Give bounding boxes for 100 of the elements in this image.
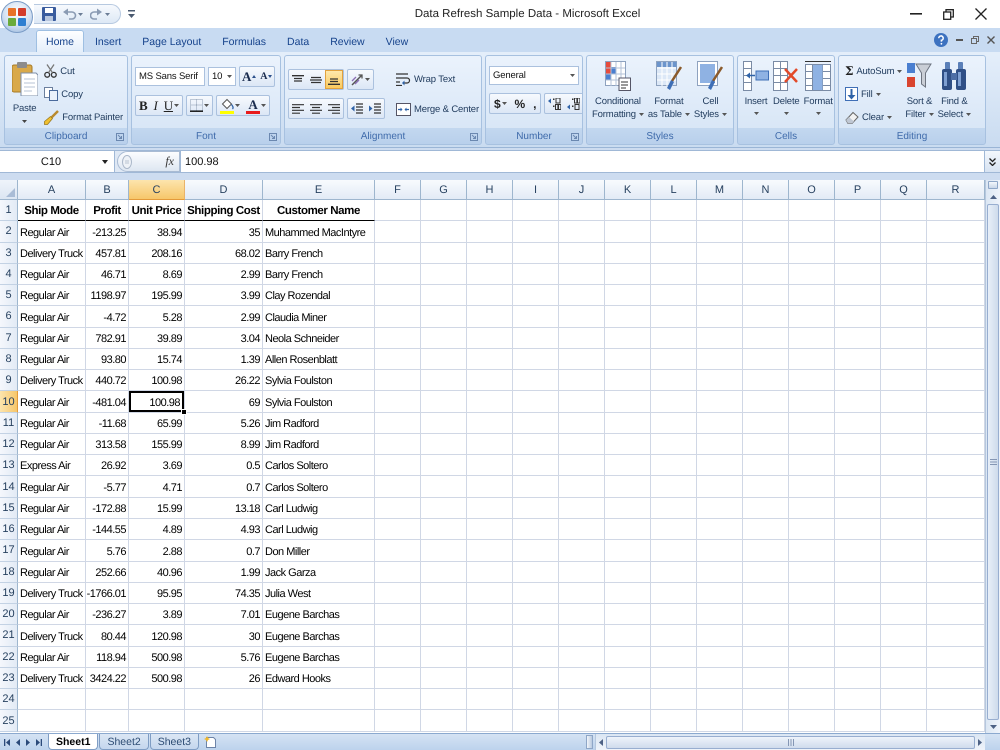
- column-header[interactable]: R: [927, 180, 985, 200]
- column-header[interactable]: M: [697, 180, 743, 200]
- italic-button[interactable]: I: [150, 96, 161, 115]
- row-header[interactable]: 13: [0, 455, 18, 476]
- column-header[interactable]: E: [263, 180, 375, 200]
- split-handle[interactable]: [988, 181, 998, 189]
- sheet-tab[interactable]: Sheet1: [48, 734, 98, 750]
- insert-sheet-icon[interactable]: [204, 736, 218, 748]
- row-header[interactable]: 19: [0, 582, 18, 604]
- row-header[interactable]: 11: [0, 412, 18, 434]
- column-header[interactable]: P: [835, 180, 881, 200]
- grow-font-button[interactable]: A: [240, 67, 258, 86]
- first-sheet-icon[interactable]: [4, 738, 10, 746]
- close-icon[interactable]: [975, 8, 987, 20]
- column-header[interactable]: K: [605, 180, 651, 200]
- row-header[interactable]: 25: [0, 710, 18, 732]
- ribbon-tab[interactable]: Home: [36, 30, 84, 52]
- row-header[interactable]: 2: [0, 221, 18, 243]
- row-header[interactable]: 10: [0, 391, 18, 413]
- row-header[interactable]: 23: [0, 668, 18, 690]
- ribbon-tab[interactable]: Insert: [85, 30, 132, 52]
- vertical-align-button[interactable]: [325, 70, 343, 89]
- expand-formula-bar-button[interactable]: [984, 151, 1000, 172]
- bold-button[interactable]: B: [136, 96, 151, 115]
- column-header[interactable]: Q: [881, 180, 927, 200]
- undo-icon[interactable]: [63, 8, 83, 20]
- column-header[interactable]: N: [743, 180, 789, 200]
- tab-split-handle[interactable]: [586, 735, 593, 749]
- insert-function-button[interactable]: fx: [165, 154, 174, 169]
- customize-toolbar-icon[interactable]: [128, 10, 135, 18]
- column-header[interactable]: D: [185, 180, 263, 200]
- font-size-field[interactable]: 10: [208, 67, 236, 86]
- font-name-field[interactable]: MS Sans Serif: [135, 67, 205, 86]
- wrap-text-button[interactable]: Wrap Text: [395, 65, 481, 93]
- paste-button[interactable]: Paste: [8, 59, 42, 129]
- ribbon-tab[interactable]: View: [376, 30, 418, 52]
- minimize-icon[interactable]: [910, 13, 922, 15]
- row-header[interactable]: 7: [0, 328, 18, 349]
- column-header[interactable]: F: [375, 180, 421, 200]
- help-icon[interactable]: [934, 33, 948, 47]
- comma-button[interactable]: ,: [529, 94, 540, 113]
- scrollbar-thumb[interactable]: [606, 736, 975, 748]
- format-painter-button[interactable]: Format Painter: [43, 106, 124, 128]
- autosum-button[interactable]: Σ AutoSum: [844, 60, 904, 82]
- underline-button[interactable]: U: [160, 96, 182, 115]
- scrollbar-thumb[interactable]: [987, 204, 999, 720]
- vertical-scrollbar[interactable]: [985, 180, 1000, 733]
- sheet-tab[interactable]: Sheet3: [150, 734, 199, 750]
- column-header[interactable]: C: [129, 180, 185, 200]
- row-header[interactable]: 21: [0, 625, 18, 647]
- horizontal-scrollbar[interactable]: [595, 734, 985, 750]
- style-button[interactable]: Cell Styles: [692, 59, 729, 129]
- row-header[interactable]: 24: [0, 689, 18, 710]
- currency-button[interactable]: $: [490, 94, 511, 113]
- row-header[interactable]: 15: [0, 498, 18, 519]
- down-arrow-icon[interactable]: [990, 725, 996, 729]
- column-header[interactable]: B: [86, 180, 129, 200]
- row-header[interactable]: 8: [0, 348, 18, 370]
- cells-button[interactable]: Insert: [741, 59, 771, 129]
- column-header[interactable]: H: [467, 180, 513, 200]
- copy-button[interactable]: Copy: [43, 84, 124, 104]
- right-arrow-icon[interactable]: [978, 738, 982, 746]
- sheet-tab[interactable]: Sheet2: [99, 734, 149, 750]
- redo-icon[interactable]: [90, 8, 110, 20]
- next-sheet-icon[interactable]: [26, 738, 30, 746]
- row-header[interactable]: 9: [0, 370, 18, 392]
- cut-button[interactable]: Cut: [43, 60, 124, 82]
- row-header[interactable]: 3: [0, 242, 18, 264]
- ribbon-tab[interactable]: Review: [320, 30, 375, 52]
- fill-handle[interactable]: [181, 408, 187, 415]
- save-icon[interactable]: [42, 7, 56, 21]
- up-arrow-icon[interactable]: [990, 195, 996, 199]
- row-header[interactable]: 16: [0, 518, 18, 540]
- row-header[interactable]: 17: [0, 540, 18, 562]
- formula-field[interactable]: 100.98: [180, 151, 984, 172]
- ribbon-tab[interactable]: Formulas: [212, 30, 276, 52]
- column-header[interactable]: J: [559, 180, 605, 200]
- number-format-field[interactable]: General: [489, 66, 579, 85]
- font-color-button[interactable]: A: [242, 96, 269, 115]
- row-header[interactable]: 1: [0, 200, 18, 222]
- row-header[interactable]: 6: [0, 306, 18, 328]
- percent-button[interactable]: %: [510, 94, 530, 113]
- row-header[interactable]: 14: [0, 476, 18, 498]
- clear-button[interactable]: Clear: [844, 106, 904, 128]
- name-box[interactable]: C10: [0, 151, 115, 172]
- row-header[interactable]: 5: [0, 285, 18, 306]
- fill-button[interactable]: Fill: [844, 84, 904, 104]
- row-header[interactable]: 12: [0, 434, 18, 456]
- find-select-button[interactable]: Find & Select: [936, 59, 974, 129]
- style-button[interactable]: Format as Table: [646, 59, 692, 129]
- style-button[interactable]: Conditional Formatting: [590, 59, 646, 129]
- last-sheet-icon[interactable]: [36, 738, 42, 746]
- column-header[interactable]: O: [789, 180, 835, 200]
- cells-button[interactable]: Delete: [771, 59, 802, 129]
- office-button[interactable]: [1, 1, 33, 33]
- left-arrow-icon[interactable]: [599, 738, 603, 746]
- row-header[interactable]: 18: [0, 562, 18, 583]
- ribbon-tab[interactable]: Page Layout: [132, 30, 212, 52]
- restore-icon[interactable]: [943, 8, 954, 20]
- grip-icon[interactable]: [122, 154, 132, 168]
